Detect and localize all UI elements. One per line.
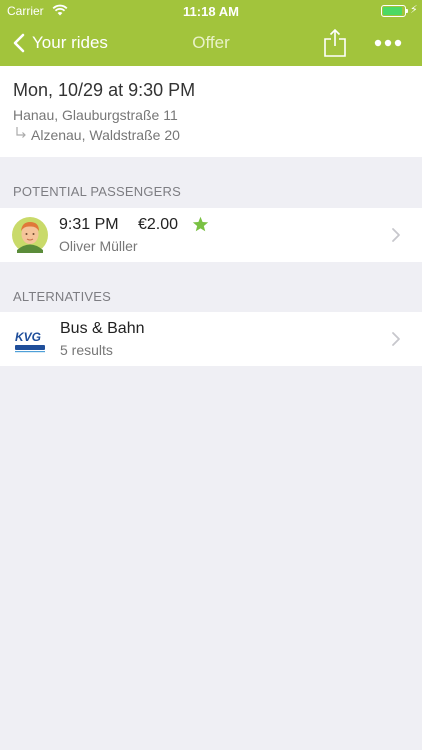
page-title: Offer (192, 33, 230, 52)
battery-icon (381, 5, 406, 17)
passenger-time: 9:31 PM (59, 216, 119, 233)
charging-icon: ⚡ (410, 4, 418, 16)
chevron-left-icon (13, 33, 25, 53)
battery-tip (406, 9, 408, 13)
route-arrow-icon (16, 127, 26, 138)
status-bar: Carrier 11:18 AM ⚡ (0, 0, 422, 22)
back-button[interactable]: Your rides (10, 30, 108, 56)
passenger-name: Oliver Müller (59, 238, 138, 254)
status-time: 11:18 AM (183, 4, 239, 19)
ride-destination: Alzenau, Waldstraße 20 (31, 127, 180, 143)
passenger-price: €2.00 (138, 216, 179, 233)
section-title-passengers: POTENTIAL PASSENGERS (13, 184, 181, 199)
header: Carrier 11:18 AM ⚡ Your rides Offer (0, 0, 422, 66)
chevron-right-icon (392, 332, 400, 346)
ride-datetime: Mon, 10/29 at 9:30 PM (13, 80, 196, 100)
back-button-label: Your rides (32, 33, 108, 52)
battery-level (383, 7, 402, 15)
alternative-subtitle: 5 results (60, 342, 113, 358)
svg-text:KVG: KVG (15, 330, 41, 344)
ride-origin: Hanau, Glauburgstraße 11 (13, 107, 178, 123)
more-icon[interactable] (374, 33, 402, 53)
share-icon[interactable] (322, 28, 348, 58)
star-icon (192, 216, 209, 232)
kvg-logo: KVG (15, 330, 45, 353)
section-title-alternatives: ALTERNATIVES (13, 289, 111, 304)
alternative-title: Bus & Bahn (60, 320, 145, 337)
passenger-avatar (12, 217, 48, 253)
chevron-right-icon (392, 228, 400, 242)
